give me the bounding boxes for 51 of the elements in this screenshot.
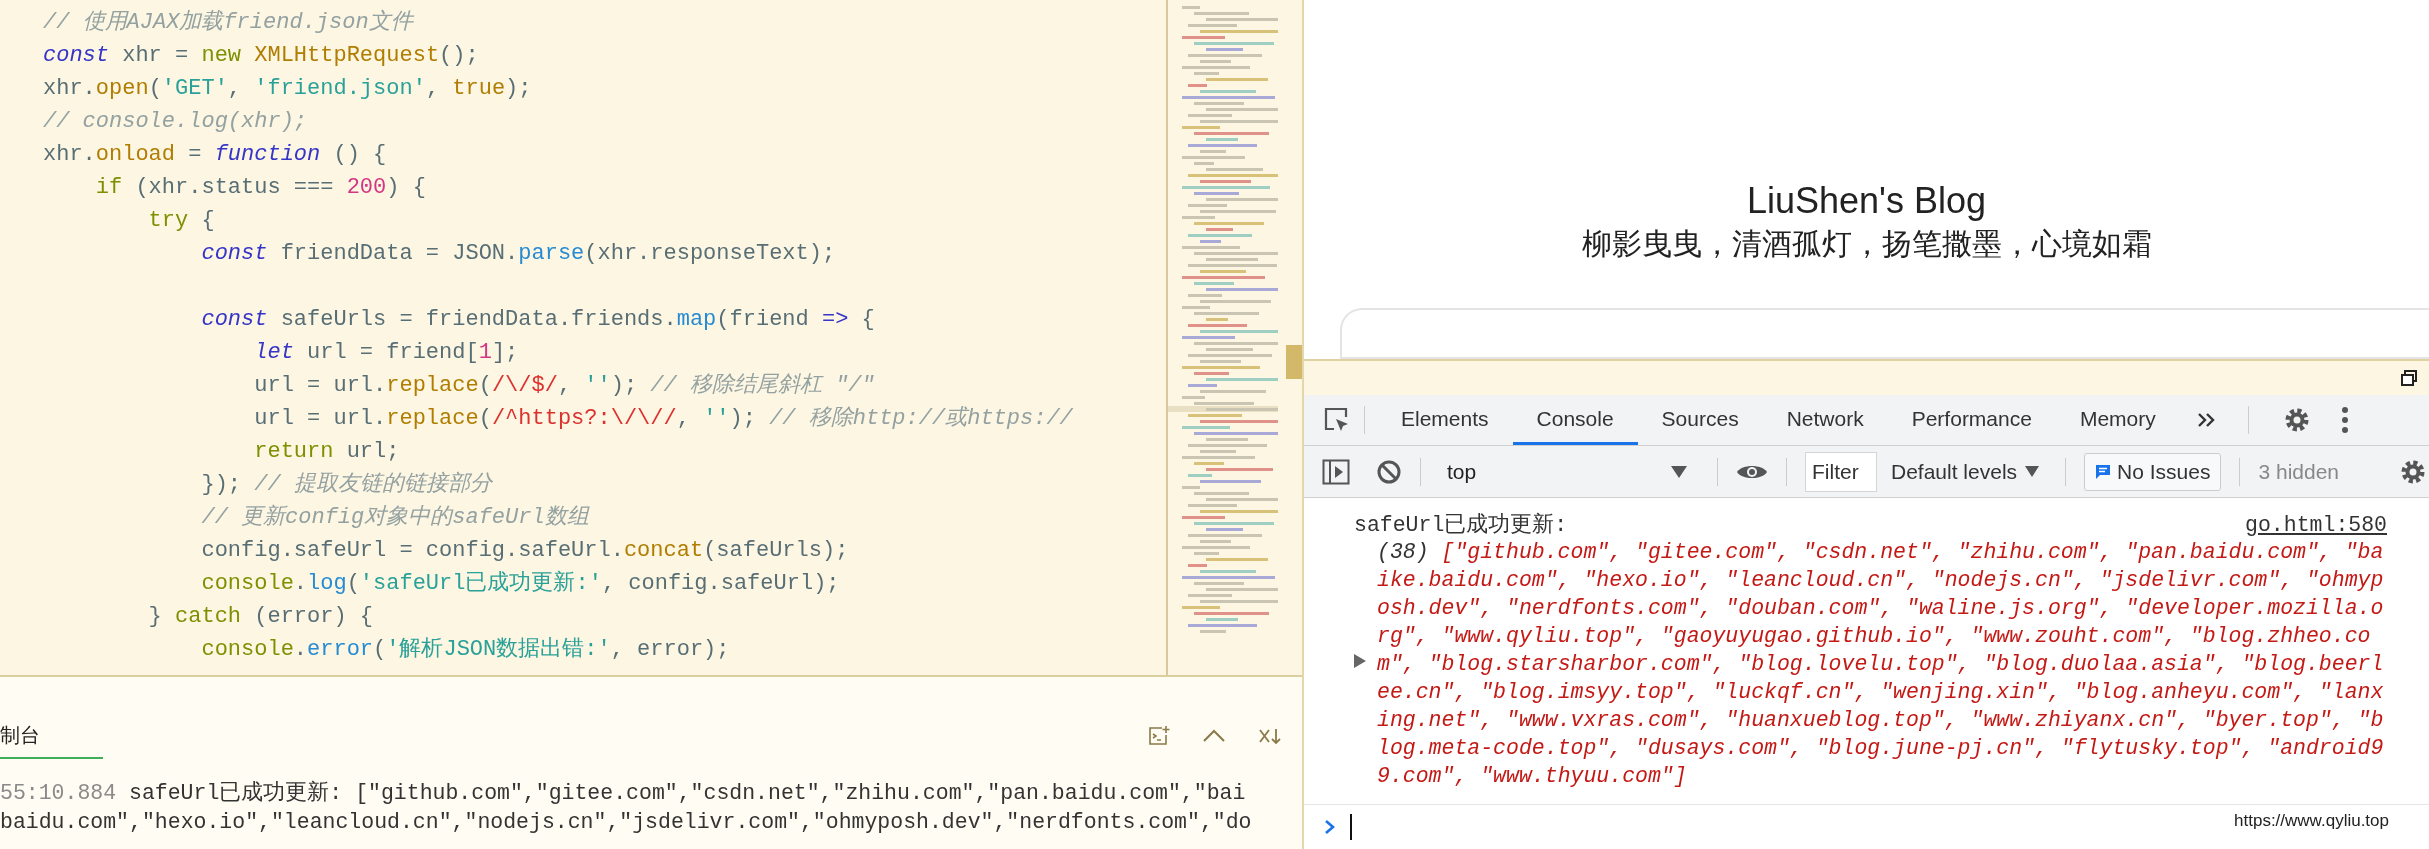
- filter-field[interactable]: Filter: [1805, 451, 1877, 492]
- blog-subtitle: 柳影曳曳，清酒孤灯，扬笔撒墨，心境如霜: [1581, 226, 2152, 262]
- hidden-count: 3 hidden: [2258, 459, 2339, 484]
- log-levels-dropdown[interactable]: Default levels: [1883, 459, 2048, 484]
- log-line: baidu.com","hexo.io","leancloud.cn","nodejs.cn","jsdelivr.com","ohmyposh.dev","nerdfonts.com","do: [0, 809, 1253, 836]
- x-down-arrow-icon[interactable]: [1258, 726, 1282, 746]
- code-line: const safeUrls = friendData.friends.map(friend => {: [200, 306, 876, 334]
- code-line: xhr.open('GET', 'friend.json', true);: [43, 75, 533, 103]
- devtools-tab[interactable]: Elements: [1377, 394, 1513, 446]
- message-icon: [2095, 463, 2112, 480]
- devtools-tab[interactable]: Performance: [1887, 394, 2056, 446]
- caret-icon: [2025, 466, 2040, 478]
- code-line: url = url.replace(/^https?:\/\//, ''); // 移除http://或https://: [253, 405, 1074, 433]
- log-message: safeUrl已成功更新:: [1354, 512, 1568, 538]
- array-value: (38) ["github.com", "gitee.com", "csdn.net", "zhihu.com", "pan.baidu.com", "baike.baidu.com", "hexo.io", "leancloud.cn", "nodejs.cn", "jsdelivr.com", "ohmyposh.dev", "nerdfonts.com", "douban.com", "waline.js.org", "developer.mozilla.org", "www.qyliu.top", "gaoyuyugao.github.io", "www.zouht.com", "blog.zhheo.com", "blog.starsharbor.com", "blog.lovelu.top", "blog.duolaa.asia", "blog.beerlee.cn", "blog.imsyy.top", "luckqf.cn", "wenjing.xin", "blog.anheyu.com", "lanxing.net", "www.vxras.com", "huanxueblog.top", "www.zhiyanx.cn", "byer.top", "blog.meta-code.top", "dusays.com", "blog.june-pj.cn", "flytusky.top", "android99.com", "www.thyuu.com"]: [1377, 539, 2384, 790]
- devtools-tab[interactable]: Memory: [2055, 394, 2180, 446]
- context-select[interactable]: top: [1439, 459, 1699, 484]
- prompt-chevron-icon: [1324, 819, 1336, 835]
- code-line: }); // 提取友链的链接部分: [200, 470, 494, 499]
- caret-icon: [1671, 465, 1687, 478]
- code-line: console.log('safeUrl已成功更新:', config.safeUrl);: [200, 569, 841, 598]
- code-line: url = url.replace(/\/$/, ''); // 移除结尾斜杠 "/": [253, 372, 876, 400]
- code-line: return url;: [253, 438, 401, 466]
- code-line: const xhr = new XMLHttpRequest();: [43, 42, 480, 70]
- blog-title: LiuShen's Blog: [1746, 179, 1986, 223]
- code-line: try {: [147, 207, 216, 235]
- code-line: let url = friend[1];: [253, 339, 520, 367]
- console-tab[interactable]: 制台: [0, 717, 103, 759]
- code-line: } catch (error) {: [147, 603, 375, 631]
- code-line: // 更新config对象中的safeUrl数组: [200, 503, 591, 532]
- clear-console-icon[interactable]: [1376, 458, 1402, 485]
- code-line: console.error('解析JSON数据出错:', error);: [200, 636, 731, 664]
- devtools-tab[interactable]: Network: [1762, 394, 1888, 446]
- issues-button[interactable]: No Issues: [2084, 452, 2222, 491]
- log-line: 55:10.884 safeUrl已成功更新: ["github.com","gitee.com","csdn.net","zhihu.com","pan.baidu.com","bai: [0, 779, 1247, 807]
- text-cursor: [1350, 814, 1352, 840]
- scrollbar-thumb[interactable]: [1286, 345, 1302, 379]
- code-line: // 使用AJAX加载friend.json文件: [43, 8, 415, 37]
- terminal-plus-icon[interactable]: [1148, 726, 1170, 746]
- undock-icon[interactable]: [2401, 369, 2417, 386]
- kebab-menu-icon[interactable]: [2340, 406, 2349, 435]
- chevron-up-icon[interactable]: [1202, 729, 1226, 743]
- code-line: if (xhr.status === 200) {: [94, 174, 427, 202]
- expand-triangle-icon[interactable]: [1354, 654, 1366, 668]
- source-link[interactable]: go.html:580: [2245, 512, 2387, 538]
- code-line: const friendData = JSON.parse(xhr.responseText);: [200, 240, 837, 268]
- code-line: config.safeUrl = config.safeUrl.concat(safeUrls);: [200, 537, 850, 565]
- devtools-tab[interactable]: Sources: [1637, 394, 1763, 446]
- sidebar-toggle-icon[interactable]: [1322, 458, 1350, 485]
- code-line: xhr.onload = function () {: [43, 141, 388, 169]
- code-line: // console.log(xhr);: [43, 108, 309, 136]
